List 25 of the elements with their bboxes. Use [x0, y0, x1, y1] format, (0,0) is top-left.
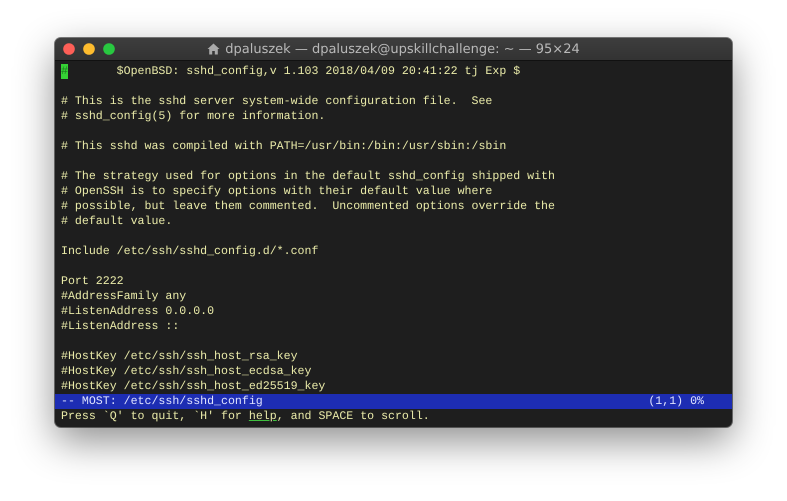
help-prompt: Press `Q' to quit, `H' for help, and SPACE to scroll. [61, 409, 430, 424]
maximize-icon[interactable] [103, 43, 115, 55]
config-line: # This is the sshd server system-wide configuration file. See [61, 94, 492, 109]
text-cursor: # [61, 64, 68, 79]
config-line: #HostKey /etc/ssh/ssh_host_ecdsa_key [61, 364, 312, 379]
minimize-icon[interactable] [83, 43, 95, 55]
config-line: #ListenAddress :: [61, 319, 180, 334]
config-line: # This sshd was compiled with PATH=/usr/bin:/bin:/usr/sbin:/sbin [61, 139, 506, 154]
config-line: #HostKey /etc/ssh/ssh_host_rsa_key [61, 349, 298, 364]
cursor-position: (1,1) 0% [648, 394, 704, 409]
config-line: #ListenAddress 0.0.0.0 [61, 304, 214, 319]
config-line: # OpenSSH is to specify options with their default value where [61, 184, 492, 199]
close-icon[interactable] [63, 43, 75, 55]
config-line: # possible, but leave them commented. Uncommented options override the [61, 199, 555, 214]
config-line: Port 2222 [61, 274, 124, 289]
config-line: # The strategy used for options in the default sshd_config shipped with [61, 169, 555, 184]
config-line: $OpenBSD: sshd_config,v 1.103 2018/04/09 20:41:22 tj Exp $ [116, 64, 520, 79]
config-line: Include /etc/ssh/sshd_config.d/*.conf [61, 244, 318, 259]
file-path: -- MOST: /etc/ssh/sshd_config [61, 394, 263, 409]
window-title: dpaluszek — dpaluszek@upskillchallenge: ~ — 95×24 [225, 42, 580, 56]
config-line: #HostKey /etc/ssh/ssh_host_ed25519_key [61, 379, 326, 394]
config-line: #AddressFamily any [61, 289, 186, 304]
config-line: # default value. [61, 214, 172, 229]
config-line: # sshd_config(5) for more information. [61, 109, 326, 124]
house-icon [207, 43, 220, 55]
